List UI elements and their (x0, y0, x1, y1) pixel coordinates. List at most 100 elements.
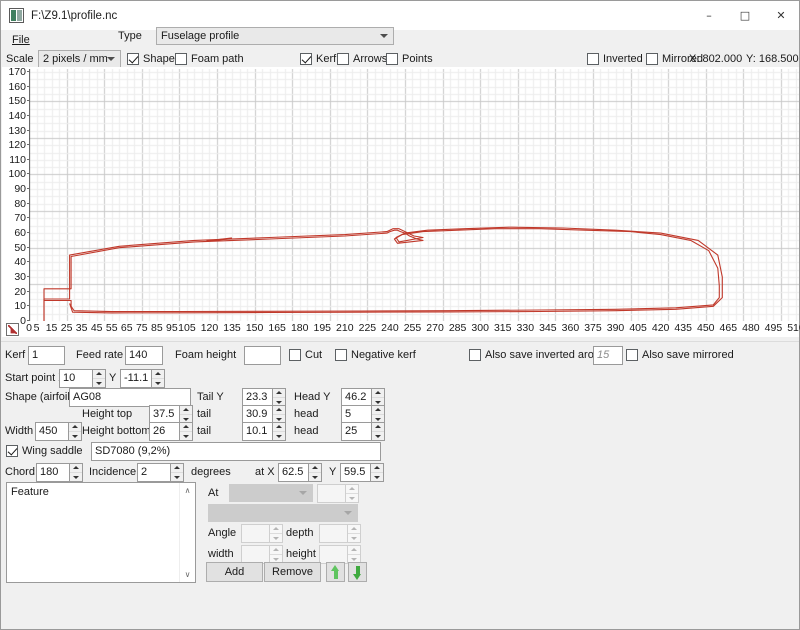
feature-angle-input[interactable] (241, 524, 269, 543)
stepper-down-icon[interactable] (273, 432, 285, 440)
feature-height-input[interactable] (319, 545, 347, 564)
stepper-buttons[interactable] (269, 524, 283, 543)
stepper-up-icon[interactable] (348, 525, 360, 534)
stepper-buttons[interactable] (345, 484, 359, 503)
cut-checkbox[interactable]: Cut (289, 349, 322, 361)
stepper-buttons[interactable] (92, 369, 106, 388)
stepper-buttons[interactable] (370, 463, 384, 482)
stepper-down-icon[interactable] (309, 473, 321, 481)
stepper-down-icon[interactable] (171, 473, 183, 481)
foam-height-input[interactable] (244, 346, 281, 365)
start-point-x-stepper[interactable]: 10 (59, 369, 106, 388)
feed-rate-input[interactable]: 140 (125, 346, 163, 365)
start-point-x-input[interactable]: 10 (59, 369, 92, 388)
stepper-down-icon[interactable] (371, 473, 383, 481)
stepper-up-icon[interactable] (171, 464, 183, 473)
feature-at-dropdown[interactable] (229, 484, 313, 502)
profile-chart[interactable]: 0102030405060708090100110120130140150160… (2, 67, 799, 337)
stepper-down-icon[interactable] (270, 534, 282, 542)
stepper-up-icon[interactable] (346, 485, 358, 494)
wing-saddle-airfoil-input[interactable]: SD7080 (9,2%) (91, 442, 381, 461)
remove-feature-button[interactable]: Remove (264, 562, 321, 582)
stepper-down-icon[interactable] (69, 432, 81, 440)
stepper-buttons[interactable] (272, 422, 286, 441)
stepper-buttons[interactable] (170, 463, 184, 482)
arrows-checkbox[interactable]: Arrows (337, 53, 387, 65)
scale-dropdown[interactable]: 2 pixels / mm (38, 50, 121, 68)
inverted-checkbox[interactable]: Inverted (587, 53, 643, 65)
stepper-down-icon[interactable] (70, 473, 82, 481)
feature-type-dropdown[interactable] (208, 504, 358, 522)
incidence-input[interactable]: 2 (137, 463, 170, 482)
stepper-buttons[interactable] (347, 524, 361, 543)
width-input[interactable]: 450 (35, 422, 68, 441)
stepper-up-icon[interactable] (180, 423, 192, 432)
move-feature-down-button[interactable] (348, 562, 367, 582)
stepper-buttons[interactable] (68, 422, 82, 441)
chord-input[interactable]: 180 (36, 463, 69, 482)
feature-width-stepper[interactable] (241, 545, 283, 564)
stepper-up-icon[interactable] (270, 525, 282, 534)
stepper-up-icon[interactable] (372, 423, 384, 432)
stepper-buttons[interactable] (269, 545, 283, 564)
stepper-buttons[interactable] (308, 463, 322, 482)
points-checkbox[interactable]: Points (386, 53, 433, 65)
stepper-up-icon[interactable] (270, 546, 282, 555)
also-save-inverted-y-input[interactable]: 15 (593, 346, 623, 365)
at-y-input[interactable]: 59.5 (340, 463, 370, 482)
at-x-stepper[interactable]: 62.5 (278, 463, 322, 482)
stepper-up-icon[interactable] (180, 406, 192, 415)
feature-height-stepper[interactable] (319, 545, 361, 564)
stepper-up-icon[interactable] (69, 423, 81, 432)
foam-path-checkbox[interactable]: Foam path (175, 53, 244, 65)
incidence-stepper[interactable]: 2 (137, 463, 184, 482)
feature-depth-stepper[interactable] (319, 524, 361, 543)
also-save-mirrored-checkbox[interactable]: Also save mirrored (626, 349, 734, 361)
stepper-up-icon[interactable] (152, 370, 164, 379)
stepper-buttons[interactable] (371, 422, 385, 441)
stepper-up-icon[interactable] (273, 406, 285, 415)
stepper-buttons[interactable] (69, 463, 83, 482)
stepper-up-icon[interactable] (93, 370, 105, 379)
at-y-stepper[interactable]: 59.5 (340, 463, 384, 482)
shape-checkbox[interactable]: Shape (127, 53, 175, 65)
scroll-down-icon[interactable]: ∨ (180, 567, 195, 582)
kerf-input[interactable]: 1 (28, 346, 65, 365)
type-dropdown[interactable]: Fuselage profile (156, 27, 394, 45)
stepper-up-icon[interactable] (372, 389, 384, 398)
chart-plot-area[interactable] (29, 69, 799, 321)
height-bottom-stepper[interactable]: 26 (149, 422, 193, 441)
start-point-y-stepper[interactable]: -11.1 (120, 369, 165, 388)
width-stepper[interactable]: 450 (35, 422, 82, 441)
stepper-down-icon[interactable] (348, 534, 360, 542)
zoom-reset-icon[interactable] (6, 323, 19, 336)
head-bottom-stepper[interactable]: 25 (341, 422, 385, 441)
kerf-display-checkbox[interactable]: Kerf (300, 53, 336, 65)
height-bottom-input[interactable]: 26 (149, 422, 179, 441)
stepper-buttons[interactable] (179, 422, 193, 441)
at-x-input[interactable]: 62.5 (278, 463, 308, 482)
feature-at-count-input[interactable] (317, 484, 345, 503)
start-point-y-input[interactable]: -11.1 (120, 369, 151, 388)
stepper-up-icon[interactable] (348, 546, 360, 555)
stepper-up-icon[interactable] (70, 464, 82, 473)
stepper-up-icon[interactable] (273, 389, 285, 398)
stepper-up-icon[interactable] (309, 464, 321, 473)
stepper-down-icon[interactable] (180, 432, 192, 440)
feature-angle-stepper[interactable] (241, 524, 283, 543)
tail-bottom-stepper[interactable]: 10.1 (242, 422, 286, 441)
feature-width-input[interactable] (241, 545, 269, 564)
negative-kerf-checkbox[interactable]: Negative kerf (335, 349, 416, 361)
stepper-up-icon[interactable] (273, 423, 285, 432)
stepper-up-icon[interactable] (371, 464, 383, 473)
stepper-down-icon[interactable] (346, 494, 358, 502)
stepper-down-icon[interactable] (372, 432, 384, 440)
add-feature-button[interactable]: Add (206, 562, 263, 582)
chord-stepper[interactable]: 180 (36, 463, 83, 482)
feature-depth-input[interactable] (319, 524, 347, 543)
stepper-buttons[interactable] (347, 545, 361, 564)
stepper-buttons[interactable] (151, 369, 165, 388)
tail-bottom-input[interactable]: 10.1 (242, 422, 272, 441)
feature-at-count-stepper[interactable] (317, 484, 359, 503)
wing-saddle-checkbox[interactable]: Wing saddle (6, 445, 83, 457)
